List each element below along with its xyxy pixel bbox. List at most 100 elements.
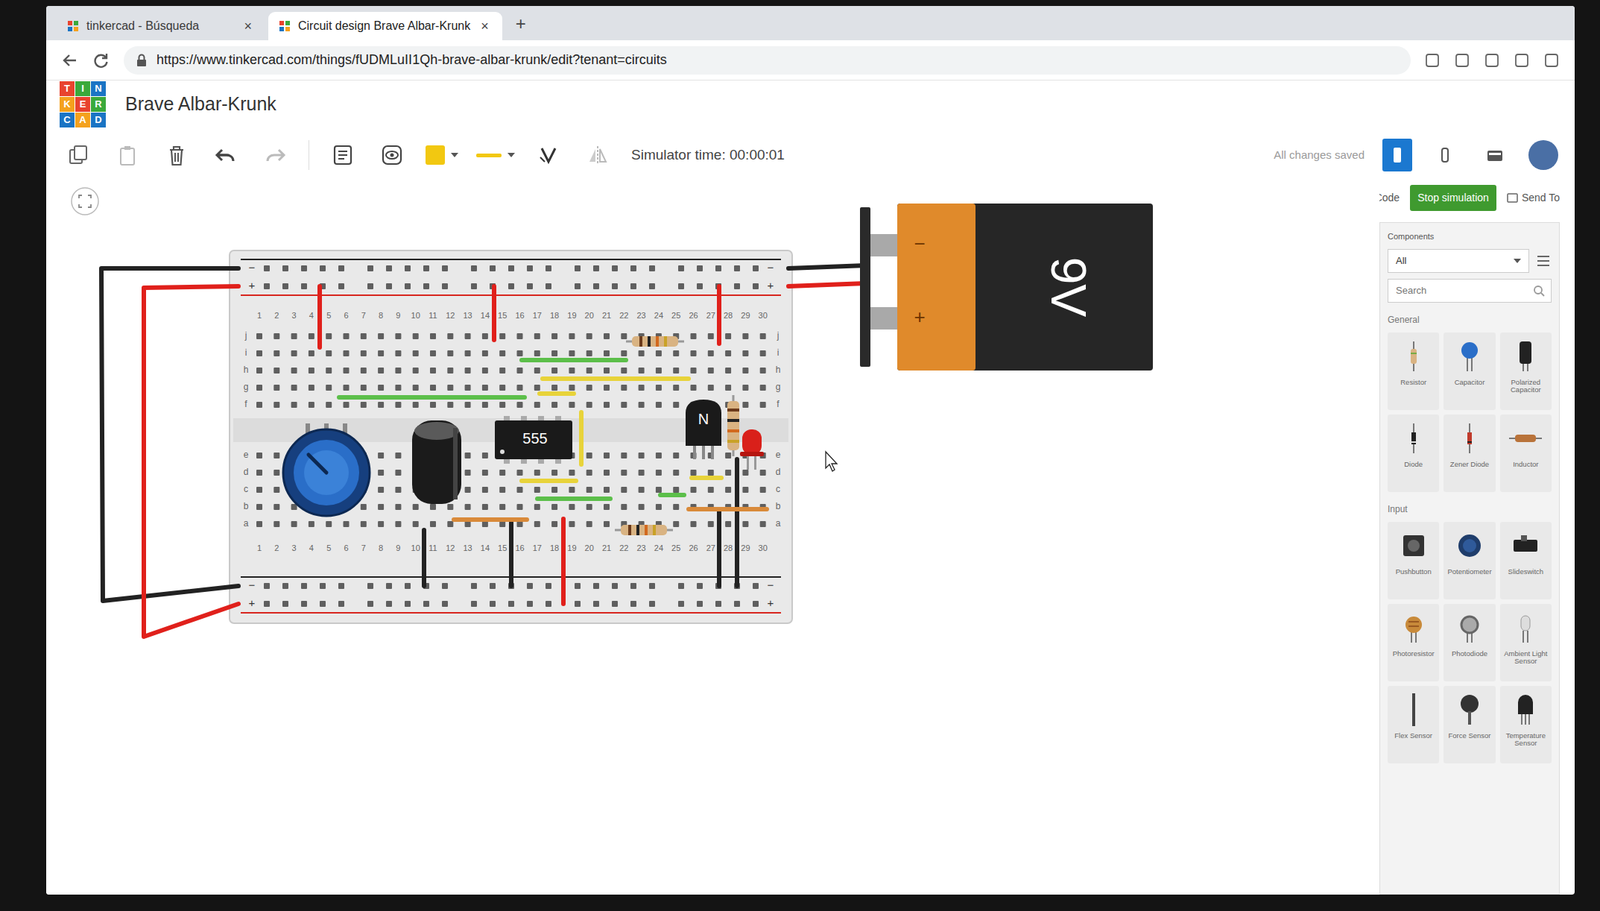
potentiometer[interactable] <box>283 423 370 516</box>
wire[interactable] <box>143 286 239 637</box>
component-label[interactable]: Inductor <box>1512 460 1539 469</box>
timer-chip[interactable]: 555 <box>494 415 573 464</box>
schematic-button[interactable] <box>1479 139 1511 171</box>
component-label[interactable]: Pushbutton <box>1395 567 1432 577</box>
new-tab-button[interactable]: + <box>505 10 537 41</box>
wire[interactable] <box>542 376 689 381</box>
component-label[interactable]: Polarized Capacitor <box>1502 378 1550 395</box>
design-title[interactable]: Brave Albar-Krunk <box>125 90 277 119</box>
tab-close-button[interactable]: × <box>477 16 492 37</box>
component-tile[interactable]: Polarized Capacitor <box>1500 332 1552 410</box>
search-input[interactable] <box>1394 282 1533 299</box>
extension-icon[interactable] <box>1513 52 1530 69</box>
url-text[interactable]: https://www.tinkercad.com/things/fUDMLuI… <box>156 49 667 71</box>
wire[interactable] <box>688 506 767 512</box>
transistor[interactable]: N <box>685 399 722 460</box>
list-view-icon[interactable] <box>1535 252 1552 270</box>
component-tile[interactable]: Photoresistor <box>1387 603 1440 682</box>
wire[interactable] <box>660 492 685 498</box>
url-field[interactable]: https://www.tinkercad.com/things/fUDMLuI… <box>123 46 1411 75</box>
component-tile[interactable]: Potentiometer <box>1443 521 1495 600</box>
resistor[interactable] <box>625 336 685 347</box>
component-tile[interactable]: Temperature Sensor <box>1500 685 1552 764</box>
browser-tab[interactable]: tinkercad - Búsqueda × <box>56 11 266 41</box>
component-tile[interactable]: Resistor <box>1387 332 1440 410</box>
capacitor[interactable] <box>412 420 462 504</box>
extension-icon[interactable] <box>1483 52 1501 69</box>
delete-button[interactable] <box>160 139 193 171</box>
circuit-view-button[interactable] <box>1382 138 1413 172</box>
wire[interactable] <box>734 459 740 586</box>
action-label[interactable]: Send To <box>1521 190 1560 206</box>
component-label[interactable]: Flex Sensor <box>1394 731 1433 741</box>
redo-button[interactable] <box>259 139 291 171</box>
extension-icon[interactable] <box>1424 52 1441 69</box>
breadboard[interactable] <box>229 250 793 624</box>
circuit-diagram[interactable]: 1122334455667788991010111112121313141415… <box>80 183 1184 676</box>
wire[interactable] <box>317 286 322 348</box>
component-label[interactable]: Temperature Sensor <box>1502 731 1550 749</box>
component-label[interactable]: Diode <box>1404 460 1423 469</box>
wire[interactable] <box>491 286 497 340</box>
battery[interactable]: −+9V <box>859 203 1153 371</box>
component-label[interactable]: Slideswitch <box>1508 567 1545 577</box>
wire[interactable] <box>339 394 525 400</box>
tab-close-button[interactable]: × <box>240 16 255 37</box>
component-tile[interactable]: Force Sensor <box>1443 685 1495 764</box>
component-tile[interactable]: Inductor <box>1500 414 1552 492</box>
notes-button[interactable] <box>327 139 359 171</box>
extension-icon[interactable] <box>1453 52 1471 69</box>
wire[interactable] <box>521 357 626 363</box>
component-tile[interactable]: Diode <box>1387 414 1440 492</box>
user-avatar[interactable] <box>1528 140 1559 170</box>
flip-button[interactable] <box>582 139 614 171</box>
resistor[interactable] <box>727 394 740 457</box>
reload-icon[interactable] <box>92 52 111 69</box>
component-tile[interactable]: Flex Sensor <box>1387 685 1440 764</box>
fit-view-button[interactable] <box>70 186 100 222</box>
wire[interactable] <box>579 412 584 465</box>
tab-label[interactable]: Circuit design Brave Albar-Krunk <box>298 17 471 36</box>
undo-button[interactable] <box>210 139 242 171</box>
component-label[interactable]: Force Sensor <box>1447 731 1491 741</box>
component-list-button[interactable] <box>1430 139 1462 171</box>
component-label[interactable]: Ambient Light Sensor <box>1502 649 1550 667</box>
component-tile[interactable]: Ambient Light Sensor <box>1500 603 1552 682</box>
component-tile[interactable]: Pushbutton <box>1387 521 1440 600</box>
wire[interactable] <box>537 496 611 501</box>
wire[interactable] <box>716 511 722 586</box>
component-label[interactable]: Zener Diode <box>1450 460 1489 469</box>
wire[interactable] <box>561 518 566 604</box>
extension-icon[interactable] <box>1543 52 1560 69</box>
wire[interactable] <box>508 522 514 586</box>
component-tile[interactable]: Zener Diode <box>1443 414 1495 492</box>
paste-button[interactable] <box>111 139 144 171</box>
component-label[interactable]: Photoresistor <box>1392 649 1435 659</box>
component-tile[interactable]: Photodiode <box>1443 603 1495 682</box>
wire[interactable] <box>691 475 722 480</box>
stop-simulation-button[interactable]: Stop simulation <box>1409 184 1497 211</box>
action-link[interactable]: Send To <box>1506 190 1560 206</box>
filter-value[interactable]: All <box>1395 253 1407 269</box>
wire[interactable] <box>788 265 866 269</box>
component-tile[interactable]: Slideswitch <box>1500 521 1552 600</box>
browser-tab[interactable]: Circuit design Brave Albar-Krunk × <box>268 11 503 41</box>
wire[interactable] <box>716 286 722 344</box>
component-label[interactable]: Capacitor <box>1454 378 1486 387</box>
component-tile[interactable]: Capacitor <box>1443 332 1495 410</box>
wire[interactable] <box>101 268 239 601</box>
component-label[interactable]: Potentiometer <box>1447 567 1492 577</box>
wire[interactable] <box>788 283 866 287</box>
tinkercad-logo[interactable]: TINKERCAD <box>59 81 106 128</box>
resistor[interactable] <box>614 524 673 536</box>
wire[interactable] <box>453 517 527 522</box>
view-button[interactable] <box>376 139 408 171</box>
wire[interactable] <box>539 391 574 396</box>
copy-button[interactable] <box>62 139 94 171</box>
fill-color-picker[interactable] <box>425 145 459 165</box>
component-filter-dropdown[interactable]: All <box>1387 248 1530 273</box>
circuit-canvas[interactable]: 1122334455667788991010111112121313141415… <box>46 181 1380 895</box>
line-color-picker[interactable] <box>476 152 515 158</box>
tab-label[interactable]: tinkercad - Búsqueda <box>86 17 234 36</box>
rotate-button[interactable] <box>532 139 565 171</box>
